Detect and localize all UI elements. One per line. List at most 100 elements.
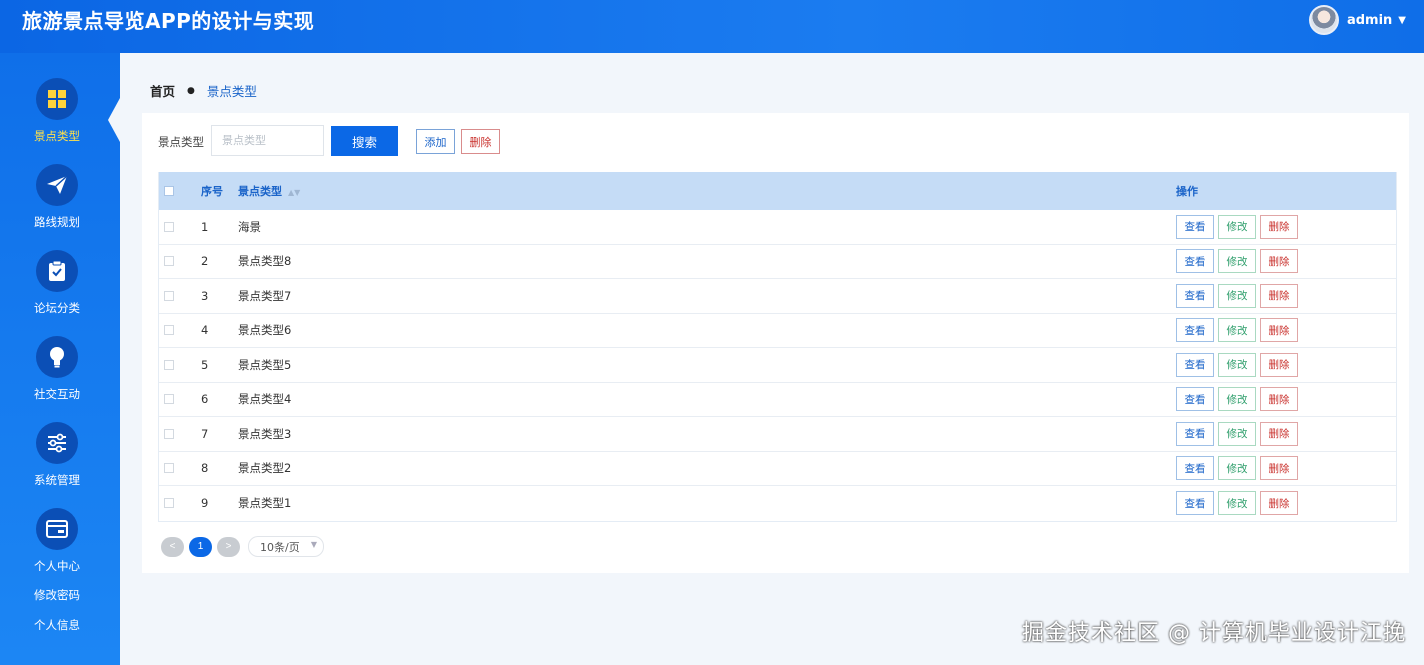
- sidebar-sub-profile[interactable]: 个人信息: [0, 617, 114, 633]
- row-checkbox[interactable]: [164, 463, 174, 474]
- delete-button[interactable]: 删除: [1260, 249, 1298, 274]
- page-size-select[interactable]: 10条/页 ▼: [248, 536, 324, 557]
- edit-button[interactable]: 修改: [1218, 214, 1256, 239]
- edit-button[interactable]: 修改: [1218, 249, 1256, 274]
- add-button[interactable]: 添加: [416, 129, 455, 154]
- row-scenic-type: 海景: [238, 219, 261, 234]
- delete-button[interactable]: 删除: [1260, 318, 1298, 343]
- user-menu[interactable]: admin ▼: [1308, 4, 1406, 36]
- column-header-type[interactable]: 景点类型 ▲▼: [238, 183, 300, 199]
- row-scenic-type: 景点类型7: [238, 288, 292, 303]
- batch-delete-button[interactable]: 删除: [461, 129, 500, 154]
- sidebar-item-social[interactable]: 社交互动: [0, 336, 120, 416]
- row-index: 5: [201, 357, 209, 372]
- sidebar-item-system[interactable]: 系统管理: [0, 422, 120, 502]
- pagination: < 1 > 10条/页 ▼: [161, 536, 324, 557]
- row-checkbox[interactable]: [164, 428, 174, 439]
- row-checkbox[interactable]: [164, 394, 174, 405]
- table-row: 2 景点类型8 查看 修改 删除: [159, 245, 1396, 279]
- search-input[interactable]: [211, 125, 324, 156]
- edit-button[interactable]: 修改: [1218, 283, 1256, 308]
- delete-button[interactable]: 删除: [1260, 491, 1298, 516]
- select-all-checkbox[interactable]: [164, 186, 174, 196]
- table-row: 5 景点类型5 查看 修改 删除: [159, 348, 1396, 383]
- sidebar-item-route-planning[interactable]: 路线规划: [0, 164, 120, 244]
- table-row: 1 海景 查看 修改 删除: [159, 210, 1396, 245]
- next-page-button[interactable]: >: [217, 536, 240, 557]
- row-scenic-type: 景点类型6: [238, 323, 292, 338]
- row-scenic-type: 景点类型4: [238, 392, 292, 407]
- row-checkbox[interactable]: [164, 325, 174, 336]
- delete-button[interactable]: 删除: [1260, 456, 1298, 481]
- row-checkbox[interactable]: [164, 498, 174, 509]
- row-checkbox[interactable]: [164, 221, 174, 232]
- row-index: 9: [201, 496, 209, 511]
- row-scenic-type: 景点类型3: [238, 426, 292, 441]
- sidebar-item-label: 社交互动: [34, 387, 80, 401]
- sidebar: 景点类型 路线规划 论坛分类 社交互动 系统管理 个人中心 修改密码 个人信息: [0, 53, 120, 665]
- user-name[interactable]: admin: [1347, 13, 1392, 28]
- row-index: 4: [201, 323, 209, 338]
- table-body: 1 海景 查看 修改 删除 2 景点类型8 查看 修改 删除 3 景点类型7 查看 修改 删除 4 景点类型6 查…: [159, 210, 1396, 521]
- column-header-type-label: 景点类型: [238, 185, 282, 198]
- row-checkbox[interactable]: [164, 359, 174, 370]
- edit-button[interactable]: 修改: [1218, 456, 1256, 481]
- content-panel: 景点类型 搜索 添加 删除 序号 景点类型▲▼ 操作 1海景查看修改删除2景点类…: [142, 113, 1409, 573]
- column-header-index: 序号: [201, 185, 223, 198]
- breadcrumb-home[interactable]: 首页: [150, 81, 175, 100]
- view-button[interactable]: 查看: [1176, 249, 1214, 274]
- view-button[interactable]: 查看: [1176, 214, 1214, 239]
- card-icon: [36, 508, 78, 550]
- sidebar-item-personal-center[interactable]: 个人中心: [0, 508, 120, 588]
- row-actions: 查看 修改 删除: [1176, 318, 1298, 343]
- breadcrumb-current: 景点类型: [206, 84, 257, 99]
- delete-button[interactable]: 删除: [1260, 283, 1298, 308]
- edit-button[interactable]: 修改: [1218, 352, 1256, 377]
- page-number-button[interactable]: 1: [189, 536, 212, 557]
- row-scenic-type: 景点类型2: [238, 461, 292, 476]
- row-scenic-type: 景点类型1: [238, 496, 292, 511]
- breadcrumb-separator-icon: ●: [187, 85, 195, 96]
- view-button[interactable]: 查看: [1176, 421, 1214, 446]
- row-index: 8: [201, 461, 209, 476]
- row-index: 6: [201, 392, 209, 407]
- table-row: 3 景点类型7 查看 修改 删除: [159, 279, 1396, 314]
- delete-button[interactable]: 删除: [1260, 387, 1298, 412]
- edit-button[interactable]: 修改: [1218, 491, 1256, 516]
- caret-down-icon[interactable]: ▼: [1398, 15, 1406, 26]
- row-checkbox[interactable]: [164, 256, 174, 267]
- view-button[interactable]: 查看: [1176, 352, 1214, 377]
- user-avatar[interactable]: [1308, 5, 1339, 35]
- scenic-type-table: 序号 景点类型 ▲▼ 操作 1 海景 查看 修改 删除 2 景点类型8 查看 修改 删除 3 景点类型7…: [158, 172, 1397, 522]
- table-row: 6 景点类型4 查看 修改 删除: [159, 383, 1396, 417]
- row-actions: 查看 修改 删除: [1176, 456, 1298, 481]
- view-button[interactable]: 查看: [1176, 387, 1214, 412]
- sidebar-item-forum-category[interactable]: 论坛分类: [0, 250, 120, 330]
- edit-button[interactable]: 修改: [1218, 318, 1256, 343]
- view-button[interactable]: 查看: [1176, 318, 1214, 343]
- row-actions: 查看 修改 删除: [1176, 214, 1298, 239]
- row-actions: 查看 修改 删除: [1176, 491, 1298, 516]
- row-index: 1: [201, 219, 209, 234]
- edit-button[interactable]: 修改: [1218, 421, 1256, 446]
- prev-page-button[interactable]: <: [161, 536, 184, 557]
- delete-button[interactable]: 删除: [1260, 352, 1298, 377]
- table-row: 9 景点类型1 查看 修改 删除: [159, 486, 1396, 521]
- search-label: 景点类型: [158, 135, 204, 149]
- row-index: 7: [201, 426, 209, 441]
- view-button[interactable]: 查看: [1176, 456, 1214, 481]
- grid-icon: [36, 78, 78, 120]
- sort-icon[interactable]: ▲▼: [288, 188, 300, 197]
- view-button[interactable]: 查看: [1176, 491, 1214, 516]
- delete-button[interactable]: 删除: [1260, 214, 1298, 239]
- row-checkbox[interactable]: [164, 290, 174, 301]
- sidebar-sub-change-password[interactable]: 修改密码: [0, 587, 114, 603]
- watermark: 掘金技术社区 @ 计算机毕业设计江挽: [1022, 621, 1406, 646]
- delete-button[interactable]: 删除: [1260, 421, 1298, 446]
- edit-button[interactable]: 修改: [1218, 387, 1256, 412]
- view-button[interactable]: 查看: [1176, 283, 1214, 308]
- row-actions: 查看 修改 删除: [1176, 352, 1298, 377]
- breadcrumb: 首页 ● 景点类型: [150, 81, 257, 100]
- sidebar-item-scenic-type[interactable]: 景点类型: [0, 78, 120, 158]
- search-button[interactable]: 搜索: [331, 126, 398, 156]
